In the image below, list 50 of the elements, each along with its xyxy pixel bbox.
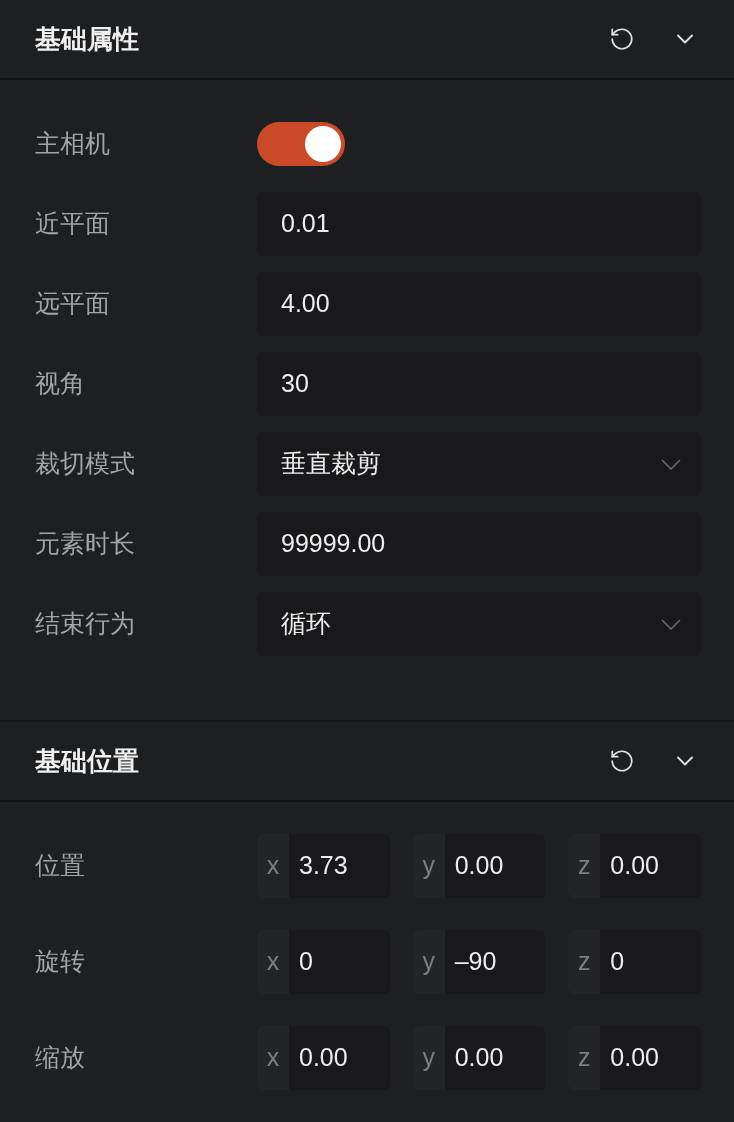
axis-value: 3.73 xyxy=(298,850,348,882)
axis-label: z xyxy=(568,930,601,994)
axis-value: 0.00 xyxy=(298,1042,348,1074)
axis-label: x xyxy=(257,930,289,994)
field-label: 近平面 xyxy=(35,208,111,240)
field-label: 裁切模式 xyxy=(35,448,136,480)
number-field[interactable]: x 0.00 xyxy=(257,1026,390,1090)
number-field[interactable]: y –90 xyxy=(412,930,546,994)
axis-value: 0 xyxy=(609,946,625,978)
field-label: 元素时长 xyxy=(35,528,136,560)
axis-value: 0.00 xyxy=(609,1042,659,1074)
axis-label: y xyxy=(412,930,445,994)
input-field[interactable]: 4.00 xyxy=(257,272,701,336)
select-field[interactable]: 循环 xyxy=(257,592,701,656)
axis-label: y xyxy=(412,1026,445,1090)
reset-icon[interactable] xyxy=(609,748,635,774)
section-title: 基础位置 xyxy=(35,744,139,778)
toggle-switch[interactable] xyxy=(257,122,345,166)
input-field[interactable]: 30 xyxy=(257,352,701,416)
field-label: 位置 xyxy=(35,850,86,882)
number-field[interactable]: y 0.00 xyxy=(412,1026,546,1090)
axis-value: 0 xyxy=(298,946,313,978)
field-label: 视角 xyxy=(35,368,86,400)
field-label: 旋转 xyxy=(35,946,86,978)
number-field[interactable]: z 0.00 xyxy=(568,1026,701,1090)
dropdown-chevron-icon xyxy=(661,458,681,470)
select-field[interactable]: 垂直裁剪 xyxy=(257,432,701,496)
section-title: 基础属性 xyxy=(35,22,139,56)
field-label: 缩放 xyxy=(35,1042,86,1074)
field-label: 主相机 xyxy=(35,128,111,160)
field-label: 结束行为 xyxy=(35,608,136,640)
dropdown-chevron-icon xyxy=(661,618,681,630)
axis-value: 0.00 xyxy=(609,850,659,882)
axis-value: –90 xyxy=(453,946,497,978)
number-field[interactable]: x 3.73 xyxy=(257,834,390,898)
reset-icon[interactable] xyxy=(609,26,635,52)
axis-label: z xyxy=(568,834,601,898)
axis-label: z xyxy=(568,1026,601,1090)
input-field[interactable]: 0.01 xyxy=(257,192,701,256)
field-label: 远平面 xyxy=(35,288,111,320)
axis-label: y xyxy=(412,834,445,898)
axis-value: 0.00 xyxy=(453,1042,504,1074)
input-field[interactable]: 99999.00 xyxy=(257,512,701,576)
number-field[interactable]: z 0 xyxy=(568,930,701,994)
number-field[interactable]: x 0 xyxy=(257,930,390,994)
axis-value: 0.00 xyxy=(453,850,504,882)
number-field[interactable]: y 0.00 xyxy=(412,834,546,898)
axis-label: x xyxy=(257,1026,289,1090)
axis-label: x xyxy=(257,834,289,898)
number-field[interactable]: z 0.00 xyxy=(568,834,701,898)
